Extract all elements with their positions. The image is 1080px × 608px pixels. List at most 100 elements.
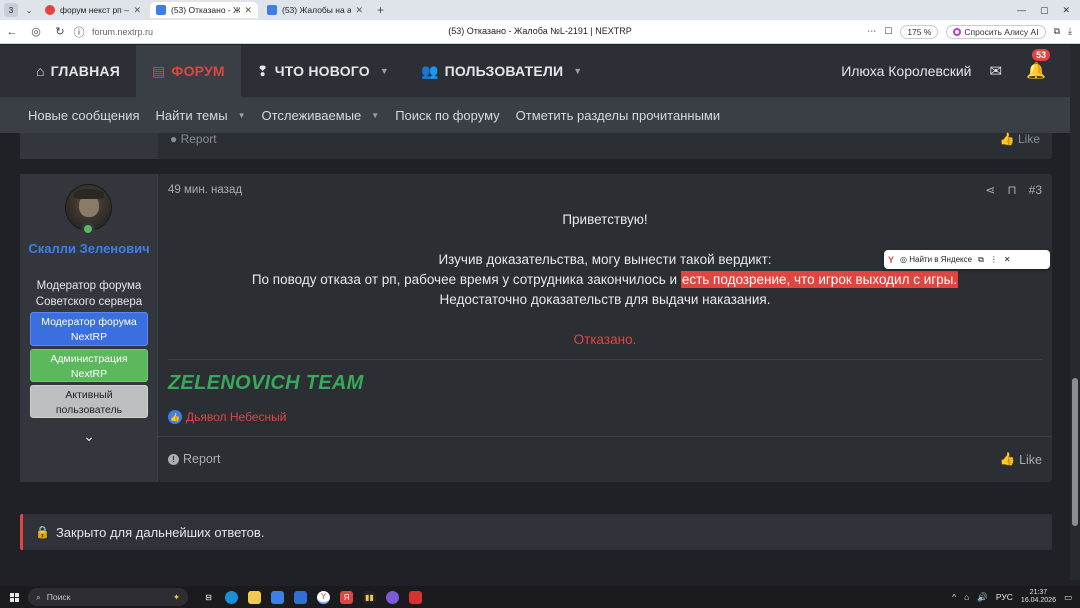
post-date[interactable]: 49 мин. назад	[168, 184, 242, 196]
previous-like-button[interactable]: 👍 Like	[1000, 132, 1040, 146]
post-number[interactable]: #3	[1029, 183, 1042, 197]
clock[interactable]: 21:37 16.04.2026	[1021, 589, 1056, 605]
maximize-icon[interactable]: ▢	[1040, 5, 1049, 16]
yandex-logo-icon: Y	[888, 254, 895, 265]
yandex-home-icon[interactable]: ◎	[24, 25, 48, 38]
site-info-icon[interactable]: ⓘ	[72, 24, 86, 40]
edge-browser-icon[interactable]	[225, 590, 238, 604]
forum-favicon-icon	[267, 5, 277, 15]
browser-tab-title: (53) Жалобы на админис	[282, 5, 352, 15]
bookmark-icon[interactable]: ⊓	[1007, 183, 1016, 197]
nav-users[interactable]: 👥 ПОЛЬЗОВАТЕЛИ ▼	[405, 45, 598, 97]
nav-home[interactable]: ⌂ ГЛАВНАЯ	[20, 45, 136, 97]
inbox-icon[interactable]: ✉	[990, 62, 1003, 80]
subnav-watched-label: Отслеживаемые	[261, 107, 362, 123]
avatar-hat	[74, 189, 104, 199]
close-tab-icon[interactable]: ✕	[355, 5, 363, 16]
subnav-mark-read[interactable]: Отметить разделы прочитанными	[508, 108, 728, 123]
browser-tab-title: (53) Отказано - Жалоба	[171, 5, 241, 15]
close-tab-icon[interactable]: ✕	[133, 5, 141, 16]
browser-tab[interactable]: форум некст рп — Яндекс ✕	[39, 2, 147, 18]
mail-app-icon[interactable]	[294, 590, 307, 604]
thumbs-up-icon: 👍	[999, 452, 1016, 466]
more-vertical-icon[interactable]: ⋮	[990, 255, 998, 264]
sub-navigation: Новые сообщения Найти темы ▼ Отслеживаем…	[0, 97, 1070, 133]
close-icon[interactable]: ✕	[1004, 255, 1011, 264]
minimize-icon[interactable]: —	[1017, 5, 1026, 15]
messenger-icon[interactable]	[386, 590, 399, 604]
notification-badge: 53	[1032, 49, 1051, 61]
share-icon[interactable]: ⋖	[985, 183, 995, 197]
like-button[interactable]: 👍 Like	[999, 452, 1042, 467]
taskbar-search-placeholder: Поиск	[46, 592, 71, 602]
new-tab-button[interactable]: +	[377, 3, 384, 17]
zoom-indicator[interactable]: 175 %	[900, 24, 939, 39]
reaction-user[interactable]: Дьявол Небесный	[186, 410, 286, 424]
previous-report-link[interactable]: ● Report	[170, 132, 217, 146]
expand-chevron-icon[interactable]: ⌄	[20, 428, 158, 445]
close-window-icon[interactable]: ✕	[1062, 5, 1070, 16]
alice-label: Спросить Алису AI	[964, 26, 1039, 37]
previous-like-label: Like	[1017, 132, 1040, 146]
user-banner-moderator: Модератор форума NextRP	[30, 312, 148, 346]
copy-icon[interactable]: ⧉	[978, 255, 984, 265]
close-tab-icon[interactable]: ✕	[244, 5, 252, 16]
reload-icon[interactable]: ↻	[48, 25, 72, 38]
chevron-down-icon[interactable]: ⌄	[22, 6, 36, 15]
post-line-1-text: По поводу отказа от рп, рабочее время у …	[251, 272, 681, 287]
alice-button[interactable]: Спросить Алису AI	[946, 24, 1046, 39]
author-name[interactable]: Скалли Зеленович	[20, 239, 158, 258]
nav-whats-new[interactable]: ❢ ЧТО НОВОГО ▼	[241, 45, 405, 97]
post-footer-divider	[158, 436, 1052, 437]
post-body: Приветствую! Изучив доказательства, могу…	[168, 210, 1042, 350]
more-icon[interactable]: ⋯	[867, 26, 876, 37]
report-link[interactable]: ! Report	[168, 452, 221, 466]
post-line-1: По поводу отказа от рп, рабочее время у …	[168, 270, 1042, 290]
forum-post: Скалли Зеленович Модератор форума Советс…	[20, 174, 1052, 482]
taskbar-search[interactable]: ⌕ Поиск ✦	[28, 588, 188, 606]
language-indicator[interactable]: РУС	[996, 592, 1013, 602]
search-yandex-button[interactable]: ◎ Найти в Яндексе	[900, 255, 972, 264]
url-text[interactable]: forum.nextrp.ru	[92, 27, 153, 37]
game-launcher-icon[interactable]: ▮▮	[363, 590, 376, 604]
extensions-icon[interactable]: ⧉	[1054, 26, 1060, 37]
file-explorer-icon[interactable]	[248, 590, 261, 604]
chevron-down-icon[interactable]: ▼	[573, 66, 582, 76]
chevron-down-icon[interactable]: ▼	[371, 111, 379, 120]
bookmark-icon[interactable]: ☐	[884, 26, 892, 37]
selected-text-highlight: есть подозрение, что игрок выходил с игр…	[680, 271, 959, 288]
report-label: Report	[183, 452, 221, 466]
back-arrow-icon[interactable]: ←	[0, 26, 24, 38]
browser-tab[interactable]: (53) Жалобы на админис ✕	[261, 2, 369, 18]
chevron-down-icon[interactable]: ▼	[238, 111, 246, 120]
nav-forum[interactable]: ▤ ФОРУМ	[135, 45, 241, 97]
store-icon[interactable]	[271, 590, 284, 604]
browser-tab-active[interactable]: (53) Отказано - Жалоба ✕	[150, 2, 258, 18]
info-icon: ●	[170, 132, 178, 146]
alerts-button[interactable]: 🔔 53	[1026, 49, 1051, 81]
media-app-icon[interactable]	[409, 590, 422, 604]
volume-icon[interactable]: 🔊	[977, 592, 988, 603]
network-icon[interactable]: ⌂	[964, 592, 969, 602]
subnav-find-threads[interactable]: Найти темы ▼	[148, 108, 254, 123]
yandex-app-icon[interactable]: Я	[340, 590, 353, 604]
yandex-selection-popup: Y ◎ Найти в Яндексе ⧉ ⋮ ✕	[884, 250, 1050, 269]
task-view-icon[interactable]: ⊟	[202, 591, 215, 604]
scrollbar-thumb[interactable]	[1072, 378, 1078, 526]
subnav-watched[interactable]: Отслеживаемые ▼	[253, 108, 387, 123]
user-banner-administration: Администрация NextRP	[30, 349, 148, 382]
windows-start-icon[interactable]	[0, 592, 28, 602]
downloads-icon[interactable]: ⤓	[1068, 26, 1072, 37]
yandex-browser-taskbar-icon[interactable]: Y	[317, 590, 330, 604]
notifications-center-icon[interactable]: ▭	[1064, 592, 1072, 603]
account-username[interactable]: Илюха Королевский	[841, 63, 971, 79]
clock-date: 16.04.2026	[1020, 597, 1056, 604]
post-decision: Отказано.	[573, 332, 637, 347]
whats-new-icon: ❢	[256, 62, 269, 79]
chevron-down-icon[interactable]: ▼	[380, 66, 389, 76]
tab-count-badge[interactable]: 3	[4, 3, 18, 17]
reactions-bar[interactable]: 👍 Дьявол Небесный	[168, 410, 286, 424]
tray-up-arrow-icon[interactable]: ^	[952, 592, 956, 602]
subnav-search-forum[interactable]: Поиск по форуму	[387, 108, 507, 123]
subnav-new-posts[interactable]: Новые сообщения	[20, 108, 148, 123]
